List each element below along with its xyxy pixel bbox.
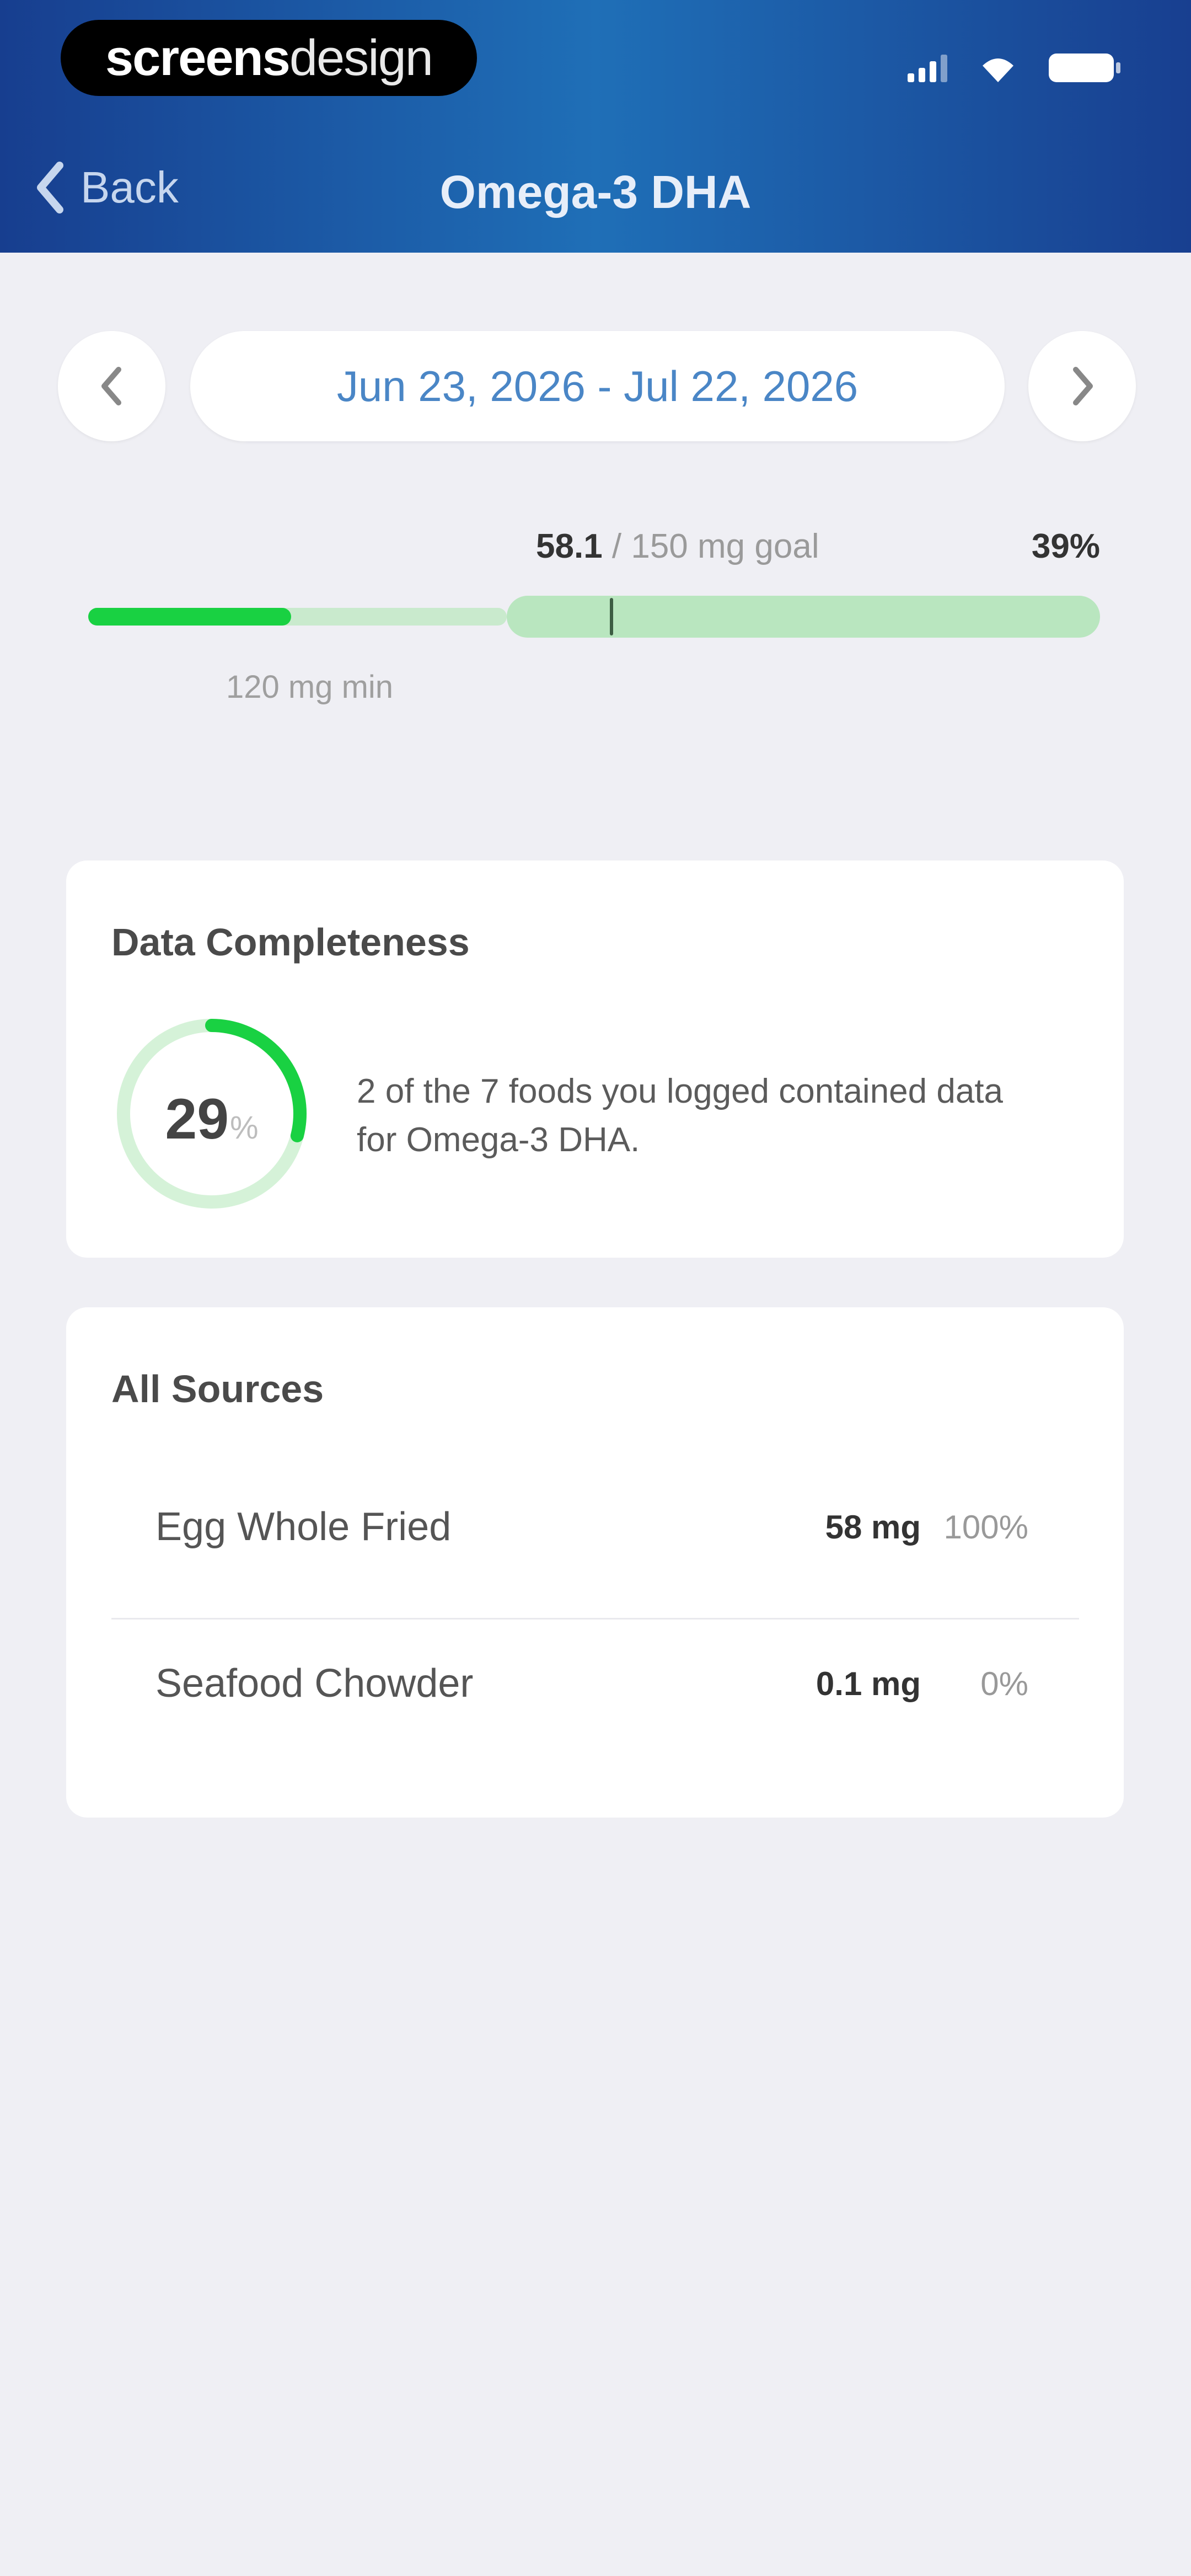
current-amount: 58.1 <box>536 527 603 565</box>
next-range-button[interactable] <box>1028 331 1136 441</box>
min-label: 120 mg min <box>226 669 394 705</box>
goal-progress-text: 58.1 / 150 mg goal <box>536 527 819 566</box>
page-title: Omega-3 DHA <box>439 166 752 218</box>
source-name: Seafood Chowder <box>155 1661 474 1706</box>
brand-light: design <box>289 29 433 86</box>
brand-bold: screens <box>105 29 291 86</box>
data-completeness-title: Data Completeness <box>111 921 470 964</box>
all-sources-title: All Sources <box>111 1367 324 1410</box>
app-header: screens design Back Omega-3 DHA <box>0 0 1191 253</box>
chevron-right-icon <box>1072 367 1093 405</box>
data-completeness-card: Data Completeness 29% 2 of the 7 foods y… <box>66 861 1124 1258</box>
previous-range-button[interactable] <box>58 331 165 441</box>
source-row[interactable]: Egg Whole Fried 58 mg 100% <box>111 1483 1079 1571</box>
goal-suffix: / 150 mg goal <box>602 527 819 565</box>
battery-icon <box>1049 54 1120 82</box>
date-range-selector: Jun 23, 2026 - Jul 22, 2026 <box>58 331 1136 441</box>
progress-fill <box>88 608 291 626</box>
goal-progress-bar <box>88 596 1100 638</box>
status-icons <box>908 52 1120 83</box>
completeness-percent: 29% <box>112 1087 312 1152</box>
chevron-left-icon <box>101 367 121 405</box>
completeness-percent-number: 29 <box>165 1087 229 1151</box>
wifi-icon <box>983 58 1013 82</box>
source-share: 0% <box>980 1665 1028 1702</box>
source-amount: 0.1 mg <box>816 1665 921 1702</box>
brand-watermark: screens design <box>61 20 477 96</box>
all-sources-card: All Sources Egg Whole Fried 58 mg 100% S… <box>66 1307 1124 1818</box>
goal-percent: 39% <box>1031 527 1100 565</box>
source-row[interactable]: Seafood Chowder 0.1 mg 0% <box>111 1639 1079 1728</box>
source-share: 100% <box>943 1508 1028 1546</box>
signal-icon <box>908 54 947 82</box>
source-divider <box>111 1618 1079 1620</box>
goal-marker <box>610 598 613 635</box>
completeness-ring: 29% <box>112 1014 312 1214</box>
source-amount: 58 mg <box>825 1508 921 1546</box>
date-range-pill[interactable]: Jun 23, 2026 - Jul 22, 2026 <box>190 331 1005 441</box>
source-name: Egg Whole Fried <box>155 1505 452 1549</box>
completeness-percent-sign: % <box>230 1110 259 1146</box>
goal-range-zone <box>507 596 1100 638</box>
completeness-description: 2 of the 7 foods you logged contained da… <box>357 1072 1004 1159</box>
